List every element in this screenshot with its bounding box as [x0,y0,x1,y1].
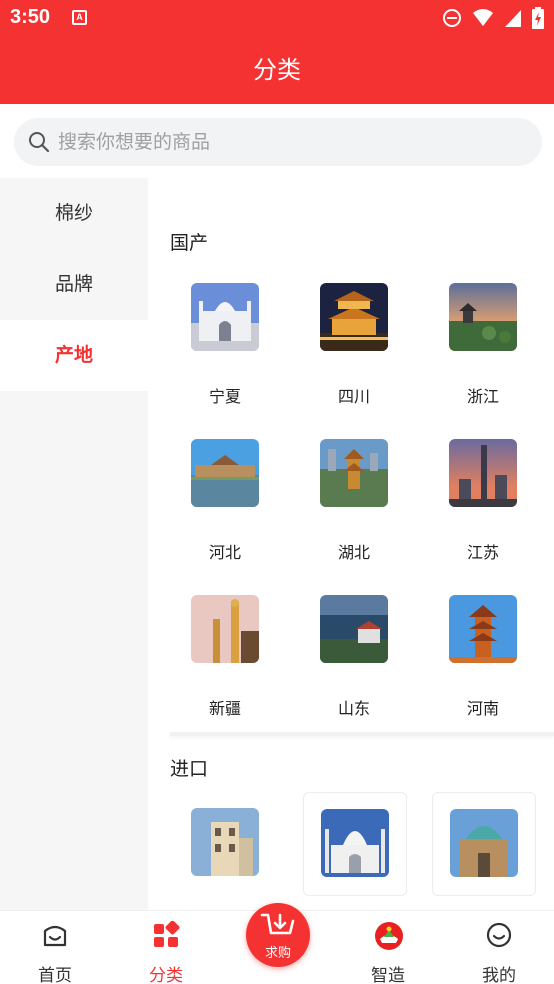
import-card[interactable] [303,792,407,896]
bottom-tab-bar: 首页 分类 求购 智造 我的 [0,903,554,984]
shandong-image [320,595,388,663]
profile-smile-icon [486,922,512,948]
home-icon [43,925,67,947]
jiangsu-image [449,439,517,507]
tab-category[interactable]: 分类 [111,911,221,984]
origin-label: 河南 [466,699,499,718]
status-time: 3:50 [10,6,51,28]
xinjiang-image [191,595,259,663]
category-icon [154,921,180,947]
sidebar-item-label: 棉纱 [54,202,93,224]
henan-image [449,595,517,663]
sichuan-image [320,283,388,351]
battery-icon [532,7,544,29]
origin-item-hebei[interactable]: 河北 [170,439,298,595]
origin-item-xinjiang[interactable]: 新疆 [170,595,298,751]
origin-item-hubei[interactable]: 湖北 [299,439,427,595]
import-item-image [191,808,259,876]
section-title-import: 进口 [170,758,209,780]
status-bar: 3:50 A [0,0,554,36]
sidebar-item-brand[interactable]: 品牌 [0,249,148,320]
sidebar-item-origin[interactable]: 产地 [0,320,148,391]
tab-mine[interactable]: 我的 [444,911,554,984]
origin-label: 山东 [337,699,370,718]
cart-download-icon [260,913,295,935]
origin-item-zhejiang[interactable]: 浙江 [428,283,554,439]
import-item[interactable] [170,808,298,910]
request-purchase-button[interactable]: 求购 [246,903,310,967]
origin-label: 湖北 [337,543,370,562]
category-sidebar: 棉纱 品牌 产地 [0,178,148,910]
page-header: 分类 [0,36,554,104]
section-title-domestic: 国产 [170,232,209,254]
tab-label: 我的 [482,966,516,984]
search-input[interactable] [58,131,498,153]
tab-smart-manufacturing[interactable]: 智造 [333,911,443,984]
search-icon [29,132,50,153]
hubei-image [320,439,388,507]
import-card[interactable] [432,792,536,896]
sidebar-item-label: 品牌 [54,273,93,295]
smart-manufacturing-icon [375,922,403,950]
origin-item-sichuan[interactable]: 四川 [299,283,427,439]
origin-label: 新疆 [208,699,241,718]
origin-label: 浙江 [466,387,499,406]
origin-label: 河北 [208,543,241,562]
signal-icon [505,10,521,27]
import-item-image [450,809,518,877]
origin-label: 江苏 [466,543,499,562]
tab-label: 分类 [149,966,183,984]
category-content: 国产 宁夏 四川 浙江 河北 湖北 江苏 新疆 山东 河南 进口 [148,178,554,910]
wifi-icon [473,9,493,26]
status-icons [442,7,544,29]
search-bar-container [0,104,554,178]
hebei-image [191,439,259,507]
origin-item-ningxia[interactable]: 宁夏 [170,283,298,439]
tab-label: 智造 [371,966,405,984]
sidebar-item-label: 产地 [54,344,93,366]
origin-item-jiangsu[interactable]: 江苏 [428,439,554,595]
origin-item-shandong[interactable]: 山东 [299,595,427,751]
origin-label: 四川 [337,387,370,406]
import-item-image [321,809,389,877]
ningxia-image [191,283,259,351]
page-title: 分类 [253,56,301,84]
search-bar[interactable] [14,118,542,166]
zhejiang-image [449,283,517,351]
do-not-disturb-icon [443,9,461,27]
request-purchase-label: 求购 [264,946,291,961]
sidebar-item-cotton-yarn[interactable]: 棉纱 [0,178,148,249]
origin-item-henan[interactable]: 河南 [428,595,554,751]
origin-label: 宁夏 [208,387,241,406]
tab-label: 首页 [38,966,72,984]
notification-badge-icon: A [72,10,87,25]
section-divider [170,732,554,736]
tab-home[interactable]: 首页 [0,911,110,984]
